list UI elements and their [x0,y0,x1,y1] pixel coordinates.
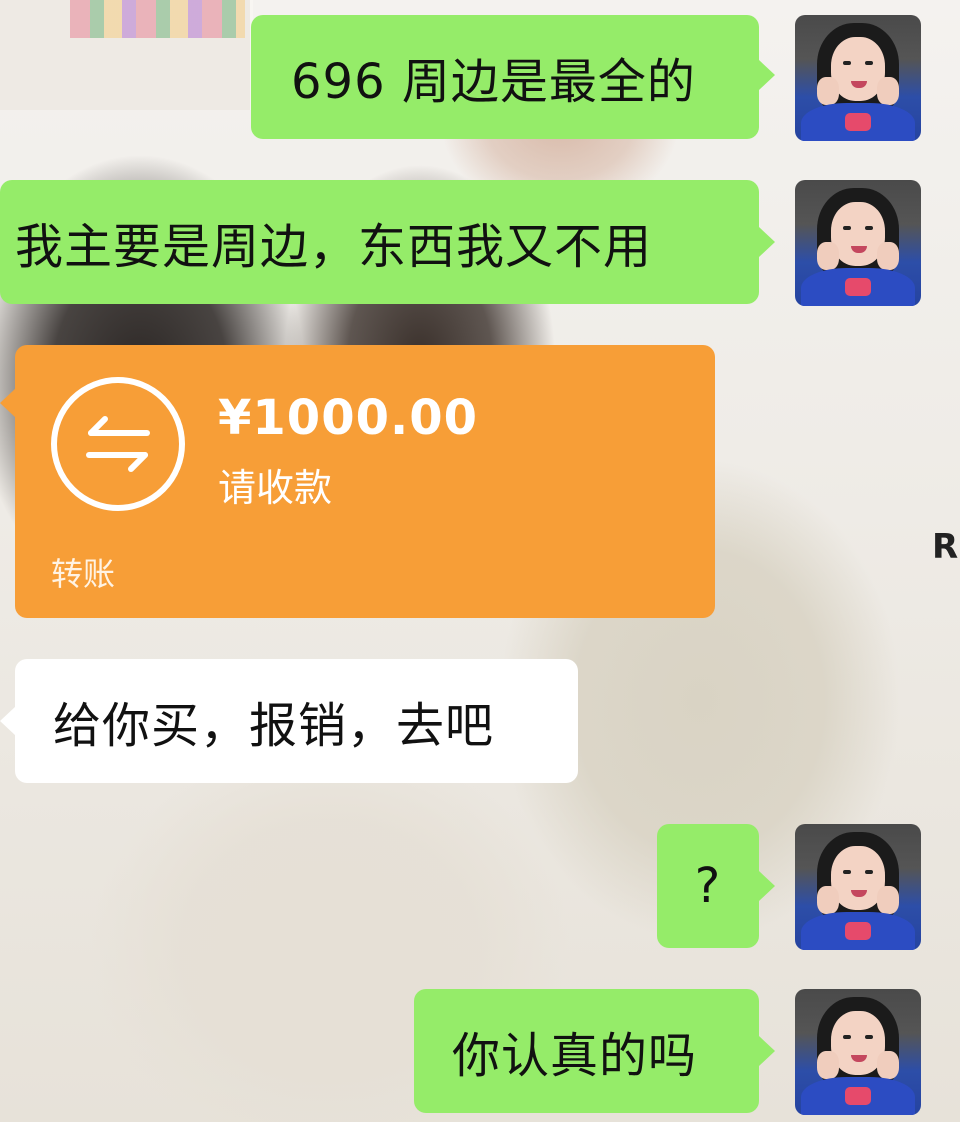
avatar-part [865,870,873,874]
bubble-tail [0,706,16,736]
message-text: 给你买，报销，去吧 [53,698,495,754]
background-letter: R [932,527,959,567]
user-avatar[interactable] [795,180,921,306]
message-text: 我主要是周边，东西我又不用 [15,219,653,275]
avatar-part [845,113,871,131]
avatar-part [843,1035,851,1039]
message-bubble-received[interactable]: 给你买，报销，去吧 [15,659,578,783]
transfer-amount: ¥1000.00 [218,390,479,446]
avatar-part [845,1087,871,1105]
bubble-tail [759,227,775,257]
bubble-tail [759,1036,775,1066]
avatar-part [817,242,839,270]
transfer-status: 请收款 [218,466,333,510]
transfer-arrows-icon [51,377,185,511]
avatar-part [845,922,871,940]
message-text: 696 周边是最全的 [291,54,696,110]
user-avatar[interactable] [795,824,921,950]
user-avatar[interactable] [795,989,921,1115]
background-photo-card [0,0,253,110]
avatar-part [843,226,851,230]
user-avatar[interactable] [795,15,921,141]
avatar-part [865,1035,873,1039]
avatar-part [843,870,851,874]
avatar-part [845,278,871,296]
message-text: ? [694,858,722,914]
avatar-part [877,1051,899,1079]
avatar-part [877,242,899,270]
message-bubble-sent[interactable]: 696 周边是最全的 [251,15,759,139]
transfer-card[interactable]: ¥1000.00 请收款 转账 [15,345,715,618]
avatar-part [877,77,899,105]
message-bubble-sent[interactable]: 你认真的吗 [414,989,759,1113]
transfer-label: 转账 [51,555,116,593]
bubble-tail [759,60,775,90]
avatar-part [817,1051,839,1079]
background-floral-pattern [70,0,245,38]
bubble-tail [0,388,16,418]
avatar-part [865,61,873,65]
avatar-part [865,226,873,230]
avatar-part [817,77,839,105]
avatar-part [877,886,899,914]
message-text: 你认真的吗 [452,1028,698,1084]
message-bubble-sent[interactable]: ? [657,824,759,948]
message-bubble-sent[interactable]: 我主要是周边，东西我又不用 [0,180,759,304]
avatar-part [817,886,839,914]
avatar-part [843,61,851,65]
bubble-tail [759,871,775,901]
